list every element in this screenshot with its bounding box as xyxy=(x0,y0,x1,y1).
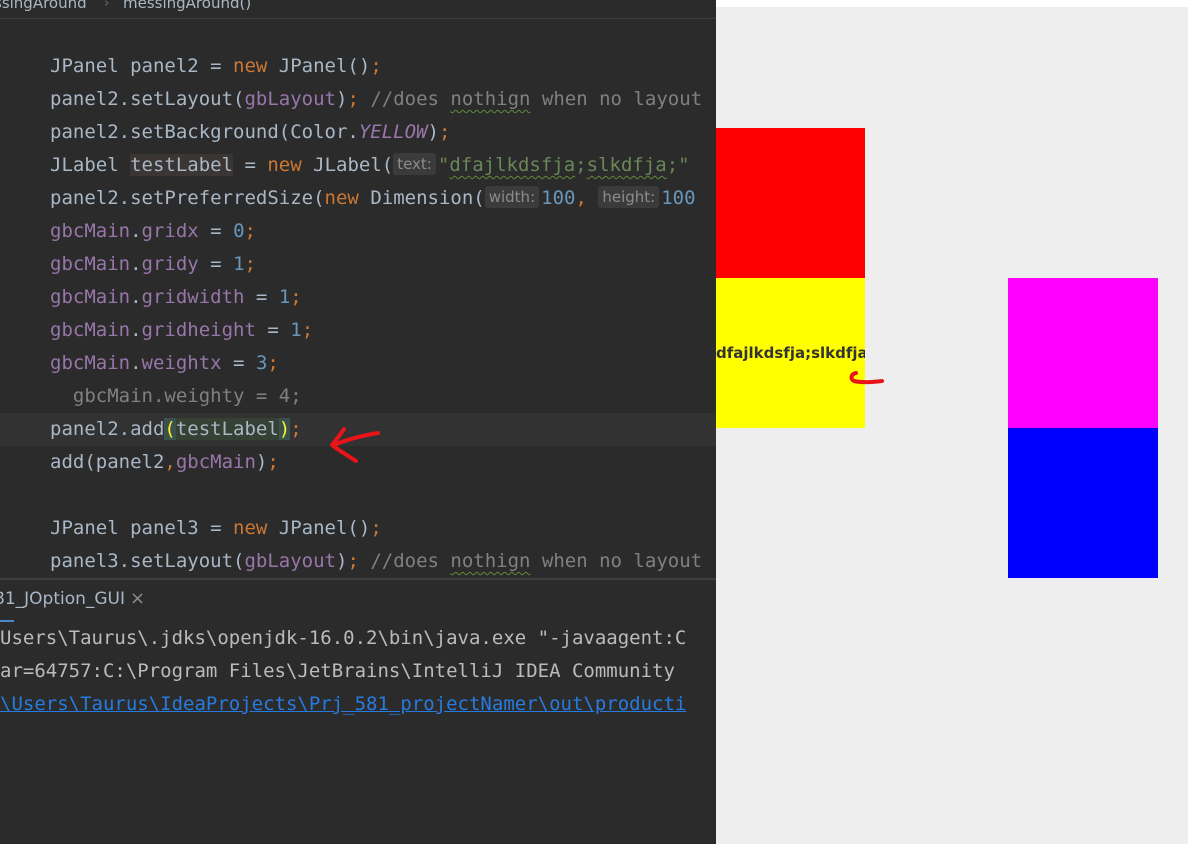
parameter-hint: height: xyxy=(598,185,660,208)
breadcrumb-method[interactable]: messingAround() xyxy=(123,0,251,11)
code-line: gbcMain.weightx = 3; xyxy=(50,352,279,374)
breadcrumb: ssingAround › messingAround() xyxy=(0,0,716,19)
code-line: JPanel panel2 = new JPanel(); xyxy=(50,55,382,77)
red-underline-annotation-icon xyxy=(849,371,884,385)
code-line: panel2.setPreferredSize(new Dimension(wi… xyxy=(50,185,696,209)
code-line: panel3.setLayout(gbLayout); //does nothi… xyxy=(50,550,703,572)
code-line: gbcMain.weighty = 4; xyxy=(50,385,302,407)
red-panel xyxy=(716,128,865,278)
console-line: Users\Taurus\.jdks\openjdk-16.0.2\bin\ja… xyxy=(0,627,687,649)
console-link[interactable]: \Users\Taurus\IdeaProjects\Prj_581_proje… xyxy=(0,688,686,721)
code-line: JLabel testLabel = new JLabel(text: "dfaj… xyxy=(50,152,690,176)
parameter-hint: text: xyxy=(393,152,436,175)
code-line: panel2.setBackground(Color.YELLOW); xyxy=(50,121,451,143)
test-label: dfajlkdsfja;slkdfja xyxy=(716,344,865,362)
code-line: gbcMain.gridx = 0; xyxy=(50,220,256,242)
content-pane: dfajlkdsfja;slkdfja xyxy=(716,7,1188,844)
code-line: gbcMain.gridwidth = 1; xyxy=(50,286,302,308)
swing-app-window: dfajlkdsfja;slkdfja xyxy=(716,0,1188,844)
code-line: gbcMain.gridy = 1; xyxy=(50,253,256,275)
breadcrumb-class[interactable]: ssingAround xyxy=(0,0,87,11)
code-line: panel2.setLayout(gbLayout); //does nothi… xyxy=(50,88,703,110)
yellow-panel: dfajlkdsfja;slkdfja xyxy=(716,278,865,428)
blue-panel xyxy=(1008,428,1158,578)
breadcrumb-separator-icon: › xyxy=(104,0,110,11)
code-line: JPanel panel3 = new JPanel(); xyxy=(50,517,382,539)
run-tool-header: 81_JOption_GUI × xyxy=(0,580,716,623)
console-line: ar=64757:C:\Program Files\JetBrains\Inte… xyxy=(0,660,675,682)
code-editor[interactable]: JPanel panel2 = new JPanel(); panel2.set… xyxy=(0,19,716,578)
close-icon[interactable]: × xyxy=(130,588,145,609)
code-line: gbcMain.gridheight = 1; xyxy=(50,319,314,341)
run-tab-label: 81_JOption_GUI xyxy=(0,589,126,609)
console-output[interactable]: Users\Taurus\.jdks\openjdk-16.0.2\bin\ja… xyxy=(0,622,716,844)
parameter-hint: width: xyxy=(484,185,540,208)
magenta-panel xyxy=(1008,278,1158,428)
ide-window: ssingAround › messingAround() JPanel pan… xyxy=(0,0,716,844)
red-arrow-annotation-icon xyxy=(330,427,380,463)
run-tab[interactable]: 81_JOption_GUI × xyxy=(0,580,145,623)
